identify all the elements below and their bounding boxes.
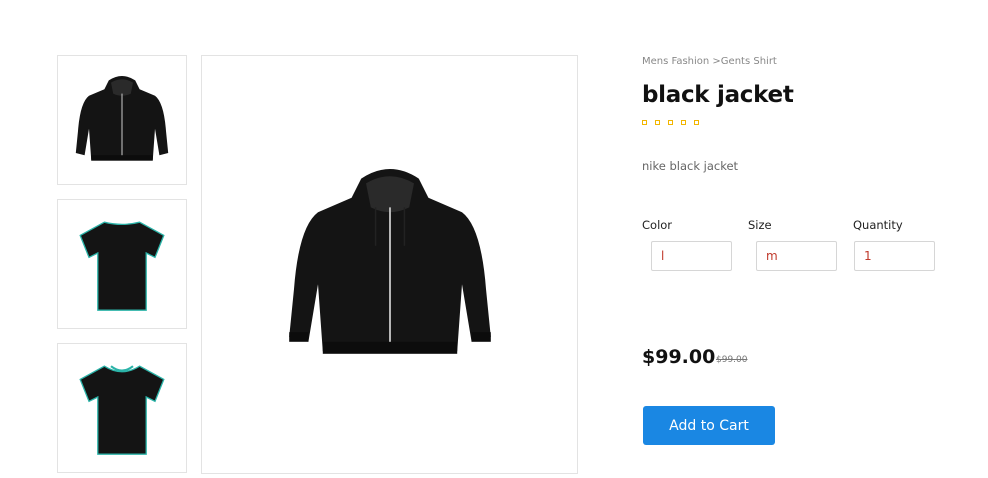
tshirt-front-icon — [79, 365, 165, 455]
color-input[interactable] — [651, 241, 732, 271]
breadcrumb[interactable]: Mens Fashion >Gents Shirt — [642, 56, 777, 67]
add-to-cart-button[interactable]: Add to Cart — [643, 406, 775, 445]
hoodie-icon — [288, 168, 491, 354]
tshirt-back-icon — [79, 221, 165, 311]
size-input[interactable] — [756, 241, 837, 271]
product-description: nike black jacket — [642, 159, 739, 173]
product-title: black jacket — [642, 82, 794, 108]
star-icon — [655, 120, 660, 125]
star-icon — [668, 120, 673, 125]
quantity-label: Quantity — [853, 218, 903, 232]
price: $99.00 — [642, 346, 716, 368]
size-label: Size — [748, 218, 772, 232]
star-icon — [681, 120, 686, 125]
quantity-input[interactable] — [854, 241, 935, 271]
main-product-image — [201, 55, 578, 474]
rating-stars — [642, 120, 699, 125]
star-icon — [694, 120, 699, 125]
hoodie-icon — [75, 76, 169, 161]
star-icon — [642, 120, 647, 125]
thumbnail-hoodie[interactable] — [57, 55, 187, 185]
thumbnail-tshirt-front[interactable] — [57, 343, 187, 473]
color-label: Color — [642, 218, 673, 232]
thumbnail-tshirt-back[interactable] — [57, 199, 187, 329]
old-price: $99.00 — [716, 355, 748, 365]
